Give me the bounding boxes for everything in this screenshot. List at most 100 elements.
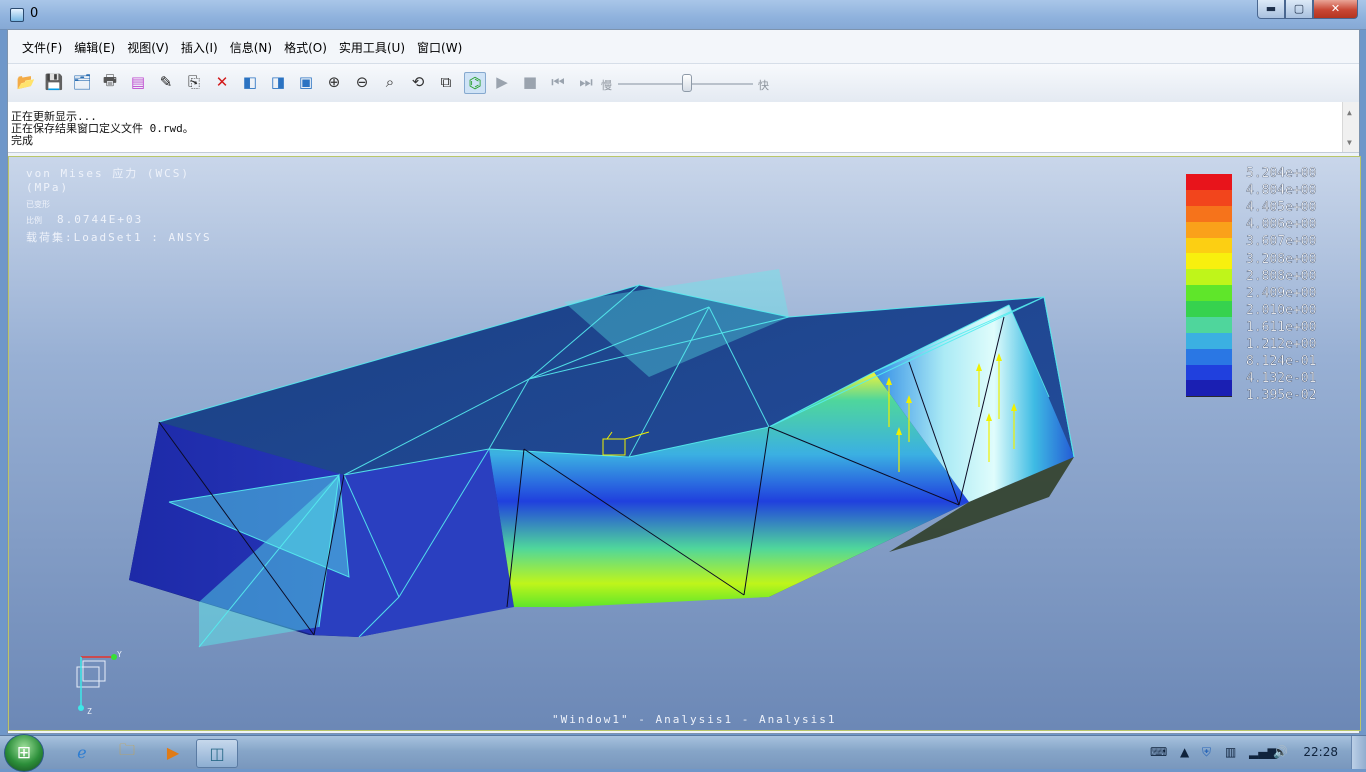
speed-slow-label: 慢 [601, 79, 612, 92]
menu-window[interactable]: 窗口(W) [417, 39, 462, 56]
legend-value: 1.611e+00 [1246, 319, 1317, 335]
show-icon[interactable]: ◧ [240, 72, 260, 92]
spin-icon[interactable]: ⟲ [408, 72, 428, 92]
explorer-icon[interactable]: 🗀 [107, 739, 147, 766]
copy-icon[interactable]: ⎘ [184, 72, 204, 92]
axis-y-label: Y [117, 650, 122, 659]
scroll-down-icon[interactable]: ▼ [1347, 138, 1352, 147]
title-bar: 0 ▬ ▢ ✕ [0, 0, 1366, 30]
legend-value: 8.124e-01 [1246, 354, 1317, 370]
model-viewport[interactable]: von Mises 应力 (WCS) (MPa) 已变形 比例 8.0744E+… [8, 156, 1361, 731]
ie-icon[interactable]: ℯ [62, 739, 102, 766]
maximize-button[interactable]: ▢ [1285, 0, 1313, 19]
zoom-out-icon[interactable]: ⊖ [352, 72, 372, 92]
coordinate-triad [76, 654, 117, 711]
legend-swatch [1186, 253, 1232, 271]
message-scrollbar[interactable]: ▲ ▼ [1342, 102, 1359, 152]
result-units-label: (MPa) [26, 181, 70, 194]
start-button[interactable]: ⊞ [4, 734, 44, 772]
legend-value: 5.204e+00 [1246, 166, 1317, 181]
legend-value: 4.006e+00 [1246, 217, 1317, 233]
menu-insert[interactable]: 插入(I) [181, 39, 218, 56]
clock[interactable]: 22:28 [1303, 745, 1338, 759]
open-folder-icon[interactable]: 📂 [16, 72, 36, 92]
taskbar: ⊞ ℯ 🗀 ▶ ◫ ⌨ ▲ ⛨ ▥ ▂▄▆ 🔊 22:28 [0, 734, 1366, 772]
media-player-icon[interactable]: ▶ [153, 739, 193, 766]
legend-swatch [1186, 348, 1232, 366]
menu-info[interactable]: 信息(N) [230, 39, 272, 56]
result-quantity-label: von Mises 应力 (WCS) [26, 167, 190, 180]
results-window: 文件(F) 编辑(E) 视图(V) 插入(I) 信息(N) 格式(O) 实用工具… [7, 29, 1361, 734]
legend-swatch [1186, 205, 1232, 223]
speed-fast-label: 快 [758, 79, 769, 92]
toolbar: 📂 💾 🗂 🖶 ▤ ✎ ⎘ ✕ ◧ ◨ ▣ ⊕ ⊖ ⌕ ⟲ ⧉ ⌬ ▶ ■ ⏮ … [8, 63, 1359, 103]
axis-z-label: Z [87, 707, 92, 716]
step-back-icon[interactable]: ⏮ [548, 72, 568, 92]
legend-swatch [1186, 301, 1232, 318]
play-icon[interactable]: ▶ [492, 72, 512, 92]
legend-swatch [1186, 380, 1232, 398]
hide-icon[interactable]: ◨ [268, 72, 288, 92]
window-title: 0 [30, 6, 39, 21]
menu-file[interactable]: 文件(F) [22, 39, 62, 56]
query-icon[interactable]: ⌬ [464, 72, 486, 94]
legend-swatch [1186, 364, 1232, 382]
step-forward-icon[interactable]: ⏭ [576, 72, 596, 92]
legend-value: 4.132e-01 [1246, 371, 1317, 387]
label-icon[interactable]: ⧉ [436, 72, 456, 92]
menu-format[interactable]: 格式(O) [284, 39, 327, 56]
format-icon[interactable]: ▣ [296, 72, 316, 92]
legend-value: 2.010e+00 [1246, 302, 1317, 318]
show-desktop-button[interactable] [1351, 736, 1366, 769]
scroll-up-icon[interactable]: ▲ [1347, 108, 1352, 117]
menu-view[interactable]: 视图(V) [127, 39, 169, 56]
save-icon[interactable]: 💾 [44, 72, 64, 92]
legend-swatch [1186, 174, 1232, 191]
legend-value: 4.804e+00 [1246, 183, 1317, 199]
message-area: 正在更新显示... 正在保存结果窗口定义文件 0.rwd。 完成 ▲ ▼ [8, 102, 1359, 153]
loadset-label: 载荷集:LoadSet1 : ANSYS [26, 231, 212, 244]
save-as-icon[interactable]: 🗂 [72, 72, 92, 92]
rainbow-icon[interactable]: ▤ [128, 72, 148, 92]
refit-icon[interactable]: ⌕ [380, 72, 400, 92]
window-controls: ▬ ▢ ✕ [1257, 0, 1358, 20]
legend-swatch [1186, 189, 1232, 207]
message-line: 正在保存结果窗口定义文件 0.rwd。 [11, 122, 194, 135]
legend-value: 3.607e+00 [1246, 234, 1317, 250]
legend-value: 3.208e+00 [1246, 251, 1317, 267]
keyboard-icon[interactable]: ⌨ [1150, 745, 1167, 759]
windows-logo-icon: ⊞ [16, 743, 32, 763]
legend-swatch [1186, 221, 1232, 239]
menu-edit[interactable]: 编辑(E) [74, 39, 115, 56]
legend-swatch [1186, 316, 1232, 334]
message-line: 完成 [11, 134, 33, 147]
window-analysis-footer: "Window1" - Analysis1 - Analysis1 [552, 713, 837, 726]
deformed-label: 已变形 [26, 200, 50, 209]
menu-utilities[interactable]: 实用工具(U) [339, 39, 405, 56]
scale-value: 8.0744E+03 [57, 213, 144, 226]
show-hidden-icon[interactable]: ▲ [1180, 745, 1189, 759]
close-button[interactable]: ✕ [1313, 0, 1358, 19]
creo-simulate-icon[interactable]: ◫ [196, 739, 238, 768]
security-icon[interactable]: ⛨ [1202, 745, 1211, 760]
legend-value: 1.395e-02 [1246, 388, 1317, 404]
speed-slider-thumb[interactable] [681, 74, 692, 92]
print-icon[interactable]: 🖶 [100, 71, 120, 92]
menu-bar: 文件(F) 编辑(E) 视图(V) 插入(I) 信息(N) 格式(O) 实用工具… [8, 30, 1359, 63]
network-device-icon[interactable]: ▥ [1225, 745, 1236, 759]
delete-icon[interactable]: ✕ [212, 72, 232, 92]
legend-swatch [1186, 269, 1232, 287]
zoom-in-icon[interactable]: ⊕ [324, 72, 344, 92]
edit-definition-icon[interactable]: ✎ [156, 72, 176, 92]
stop-icon[interactable]: ■ [520, 72, 540, 92]
legend-swatch [1186, 332, 1232, 350]
legend-swatch [1186, 285, 1232, 303]
legend-swatch [1186, 237, 1232, 255]
volume-icon[interactable]: 🔊 [1273, 745, 1288, 759]
minimize-button[interactable]: ▬ [1257, 0, 1285, 19]
app-icon [10, 8, 24, 22]
legend-value: 1.212e+00 [1246, 337, 1317, 352]
legend-value: 2.808e+00 [1246, 268, 1317, 284]
scale-label: 比例 [26, 216, 42, 225]
legend-value: 2.409e+00 [1246, 285, 1317, 301]
